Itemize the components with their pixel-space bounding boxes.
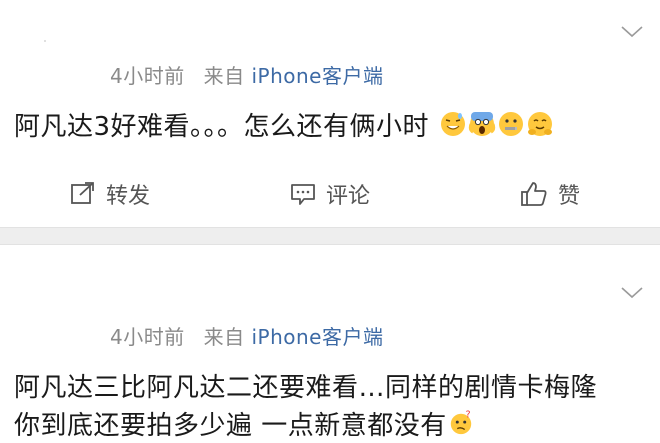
post-meta: 4小时前 来自 iPhone客户端 (110, 321, 383, 350)
svg-text:?: ? (465, 410, 470, 420)
source-link[interactable]: iPhone客户端 (251, 64, 383, 88)
post-time: 4小时前 (110, 64, 185, 88)
zipper-mouth-emoji (497, 110, 525, 145)
post-text-line-1: 阿凡达三比阿凡达二还要难看…同样的剧情卡梅隆 (14, 373, 598, 403)
comment-button[interactable]: 评论 (220, 172, 440, 216)
post-meta: 4小时前 来自 iPhone客户端 (110, 60, 383, 89)
repost-label: 转发 (105, 184, 150, 209)
grinning-sweat-emoji (439, 110, 467, 145)
action-bar: 转发 评论 赞 (0, 172, 660, 216)
source-link[interactable]: iPhone客户端 (251, 325, 383, 349)
comment-label: 评论 (325, 184, 370, 209)
comment-card: 4小时前 来自 iPhone客户端 阿凡达3好难看。。。怎么还有俩小时 转发 评… (0, 0, 660, 227)
post-text: 阿凡达3好难看。。。怎么还有俩小时 (14, 106, 554, 145)
source-prefix: 来自 (203, 64, 245, 88)
screaming-emoji (468, 110, 496, 145)
comment-icon (291, 184, 315, 205)
comment-card: 4小时前 来自 iPhone客户端 阿凡达三比阿凡达二还要难看…同样的剧情卡梅隆… (0, 245, 660, 442)
post-text-content: 阿凡达3好难看。。。怎么还有俩小时 (14, 112, 430, 142)
post-time: 4小时前 (110, 325, 185, 349)
like-button[interactable]: 赞 (440, 172, 660, 216)
hug-emoji (526, 110, 554, 145)
like-label: 赞 (557, 184, 580, 209)
source-prefix: 来自 (203, 325, 245, 349)
thumbs-up-icon (521, 182, 547, 206)
chevron-down-icon[interactable] (620, 24, 644, 40)
chevron-down-icon[interactable] (620, 285, 644, 301)
confused-emoji: ? (448, 409, 474, 443)
post-text-line-2: 你到底还要拍多少遍 一点新意都没有 ? (14, 405, 474, 443)
separator (0, 227, 660, 245)
avatar-placeholder (44, 40, 46, 42)
post-text-content: 你到底还要拍多少遍 一点新意都没有 (14, 411, 447, 441)
share-icon (71, 182, 94, 204)
repost-button[interactable]: 转发 (0, 172, 220, 216)
